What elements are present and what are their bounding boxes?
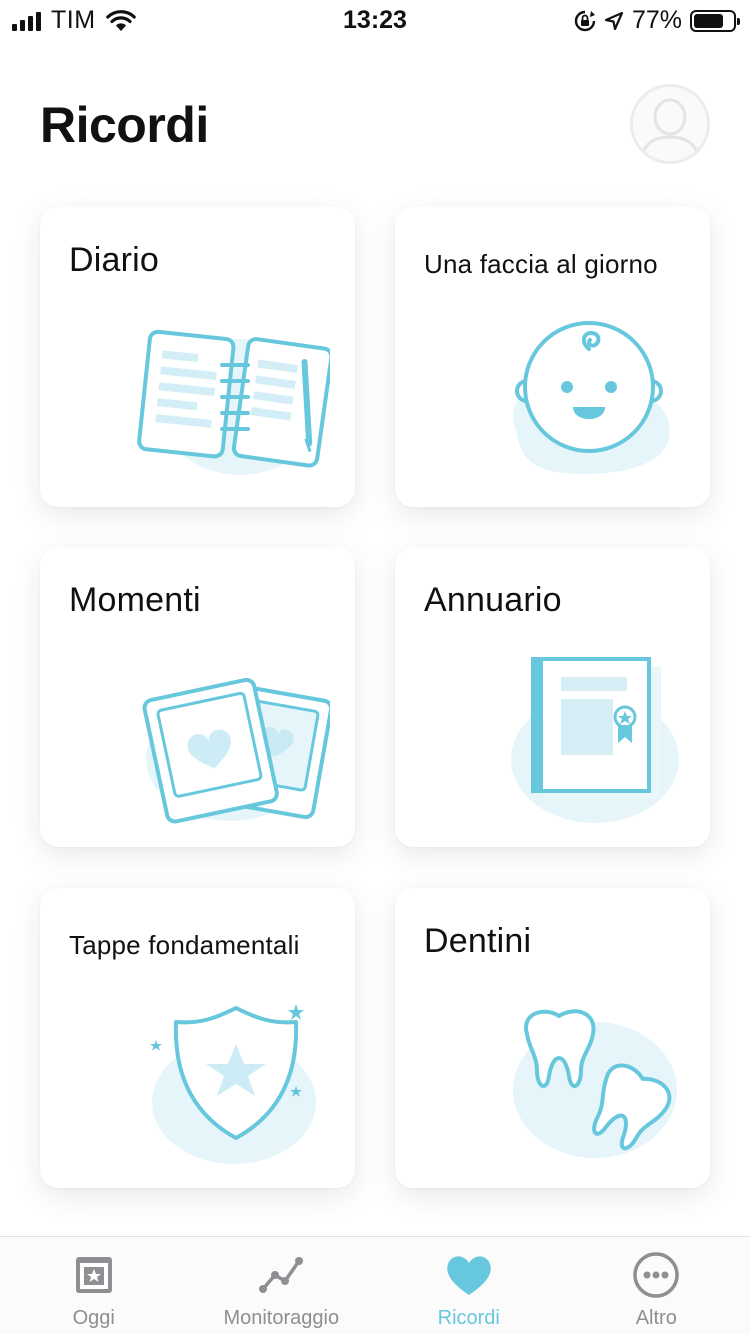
tab-label: Altro <box>635 1307 677 1329</box>
card-annuario[interactable]: Annuario <box>395 547 710 847</box>
status-bar: TIM 13:23 77% <box>0 0 750 40</box>
photos-heart-icon <box>142 677 330 824</box>
card-dentini[interactable]: Dentini <box>395 888 710 1188</box>
card-momenti[interactable]: Momenti <box>40 547 355 847</box>
battery-icon <box>690 9 740 32</box>
tab-altro[interactable]: Altro <box>563 1237 750 1334</box>
more-dots-icon <box>633 1252 679 1298</box>
tab-ricordi[interactable]: Ricordi <box>375 1237 563 1334</box>
card-una-faccia-al-giorno[interactable]: Una faccia al giorno <box>395 207 710 507</box>
screen: TIM 13:23 77% Ricordi Diario Una faccia … <box>0 0 750 1334</box>
location-arrow-icon <box>604 11 624 30</box>
card-diario[interactable]: Diario <box>40 207 355 507</box>
shield-star-icon <box>150 1004 316 1164</box>
card-title: Tappe fondamentali <box>69 930 300 960</box>
card-title: Annuario <box>424 581 562 619</box>
line-graph-icon <box>259 1257 304 1293</box>
status-right: 77% <box>574 6 740 35</box>
tab-label: Oggi <box>72 1307 115 1329</box>
heart-icon <box>447 1256 491 1295</box>
card-title: Diario <box>69 241 160 279</box>
card-title: Una faccia al giorno <box>424 249 658 279</box>
notebook-icon <box>137 329 330 475</box>
user-silhouette-icon <box>639 98 701 161</box>
card-tappe-fondamentali[interactable]: Tappe fondamentali <box>40 888 355 1188</box>
tab-label: Ricordi <box>437 1307 500 1329</box>
baby-face-icon <box>513 321 670 474</box>
battery-fill <box>694 13 724 28</box>
tab-bar: Oggi Monitoraggio Ricordi Altro <box>0 1236 750 1334</box>
orientation-lock-icon <box>574 10 596 31</box>
tab-oggi[interactable]: Oggi <box>0 1237 188 1334</box>
calendar-star-icon <box>75 1257 112 1293</box>
teeth-icon <box>513 1009 677 1158</box>
tab-label: Monitoraggio <box>223 1307 340 1329</box>
profile-avatar-button[interactable] <box>630 84 710 164</box>
page-title: Ricordi <box>40 97 209 153</box>
yearbook-icon <box>511 657 679 823</box>
card-title: Dentini <box>424 922 532 960</box>
tab-monitoraggio[interactable]: Monitoraggio <box>188 1237 376 1334</box>
card-title: Momenti <box>69 581 201 619</box>
battery-percent: 77% <box>631 6 682 34</box>
